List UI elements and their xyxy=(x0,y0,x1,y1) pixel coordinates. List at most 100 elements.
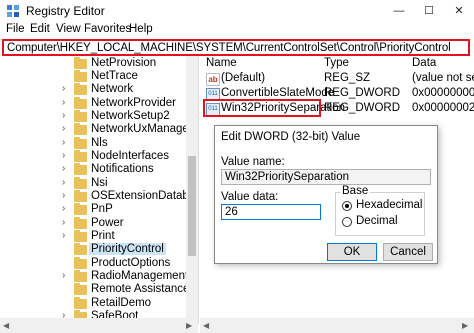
key-tree: NetProvision NetTrace › Network › NetworkP… xyxy=(0,56,199,324)
folder-icon xyxy=(74,257,87,269)
expand-arrow-icon[interactable]: › xyxy=(62,270,65,281)
folder-icon xyxy=(74,230,87,242)
menu-favorites[interactable]: Favorites xyxy=(84,23,131,35)
tree-item-label: Nls xyxy=(91,137,108,149)
tree-item-label: NetTrace xyxy=(91,70,138,82)
expand-arrow-icon[interactable]: › xyxy=(62,190,65,201)
folder-icon xyxy=(74,203,87,215)
folder-icon xyxy=(74,123,87,135)
registry-editor-icon xyxy=(7,5,19,17)
tree-item-label: Remote Assistance xyxy=(91,283,190,295)
scroll-left-icon[interactable]: ◀ xyxy=(3,321,9,330)
ok-button[interactable]: OK xyxy=(327,243,377,261)
folder-icon xyxy=(74,57,87,69)
list-header: Name Type Data xyxy=(200,56,474,70)
expand-arrow-icon[interactable]: › xyxy=(62,177,65,188)
column-header-data[interactable]: Data xyxy=(412,57,436,69)
folder-icon xyxy=(74,297,87,309)
address-bar[interactable]: Computer\HKEY_LOCAL_MACHINE\SYSTEM\Curre… xyxy=(2,39,470,56)
tree-item-label: NetworkUxManager xyxy=(91,123,193,135)
folder-icon xyxy=(74,243,87,255)
column-header-name[interactable]: Name xyxy=(206,57,237,69)
scroll-right-icon[interactable]: ▶ xyxy=(462,321,468,330)
expand-arrow-icon[interactable]: › xyxy=(62,83,65,94)
address-path: Computer\HKEY_LOCAL_MACHINE\SYSTEM\Curre… xyxy=(7,42,451,54)
expand-arrow-icon[interactable]: › xyxy=(62,97,65,108)
folder-icon xyxy=(74,83,87,95)
hexadecimal-radio[interactable] xyxy=(342,201,352,211)
tree-vertical-scrollbar[interactable] xyxy=(186,56,198,324)
menu-edit[interactable]: Edit xyxy=(30,23,50,35)
scroll-right-icon[interactable]: ▶ xyxy=(186,321,192,330)
cancel-button[interactable]: Cancel xyxy=(383,243,433,261)
folder-icon xyxy=(74,137,87,149)
string-value-icon: ab xyxy=(206,73,220,86)
value-data-label: Value data: xyxy=(221,191,279,203)
value-name-field[interactable]: Win32PrioritySeparation xyxy=(221,169,431,185)
scroll-left-icon[interactable]: ◀ xyxy=(203,321,209,330)
value-type: REG_DWORD xyxy=(324,87,401,99)
tree-item-label: NodeInterfaces xyxy=(91,150,169,162)
value-data-field[interactable]: 26 xyxy=(221,204,321,220)
folder-icon xyxy=(74,270,87,282)
expand-arrow-icon[interactable]: › xyxy=(62,150,65,161)
value-data: 0x00000002 (2 xyxy=(412,102,474,114)
edit-dword-dialog: Edit DWORD (32-bit) Value Value name: Wi… xyxy=(214,125,438,264)
title-bar: Registry Editor — ☐ ✕ xyxy=(0,0,474,22)
decimal-radio[interactable] xyxy=(342,217,352,227)
maximize-button[interactable]: ☐ xyxy=(414,0,444,22)
tree-item-label: Nsi xyxy=(91,177,108,189)
tree-item-label: Print xyxy=(91,230,115,242)
folder-icon xyxy=(74,110,87,122)
folder-icon xyxy=(74,163,87,175)
menu-file[interactable]: File xyxy=(6,23,25,35)
value-type: REG_DWORD xyxy=(324,102,401,114)
folder-icon xyxy=(74,217,87,229)
list-row[interactable]: ab (Default) REG_SZ (value not set xyxy=(200,71,474,86)
folder-icon xyxy=(74,70,87,82)
value-data-text: 26 xyxy=(225,206,238,218)
folder-icon xyxy=(74,190,87,202)
tree-item-label: RetailDemo xyxy=(91,297,152,309)
expand-arrow-icon[interactable]: › xyxy=(62,123,65,134)
menu-help[interactable]: Help xyxy=(129,23,153,35)
hexadecimal-label[interactable]: Hexadecimal xyxy=(356,199,422,211)
tree-item-label: ProductOptions xyxy=(91,257,171,269)
column-header-type[interactable]: Type xyxy=(324,57,349,69)
value-name: ConvertibleSlateMode xyxy=(221,87,335,99)
tree-item-label: Power xyxy=(91,217,124,229)
tree-item-label: PriorityControl xyxy=(89,243,166,255)
folder-icon xyxy=(74,97,87,109)
tree-item-label: NetworkSetup2 xyxy=(91,110,170,122)
window-title: Registry Editor xyxy=(26,4,105,18)
tree-item-label: Network xyxy=(91,83,134,95)
close-button[interactable]: ✕ xyxy=(444,0,474,22)
value-name-label: Value name: xyxy=(221,156,285,168)
tree-item-label: PnP xyxy=(91,203,113,215)
list-horizontal-scrollbar[interactable]: ◀ ▶ xyxy=(200,318,474,333)
value-name: (Default) xyxy=(221,72,266,84)
expand-arrow-icon[interactable]: › xyxy=(62,137,65,148)
scrollbar-thumb[interactable] xyxy=(188,156,196,256)
folder-icon xyxy=(74,283,87,295)
expand-arrow-icon[interactable]: › xyxy=(62,230,65,241)
tree-item-label: NetProvision xyxy=(91,57,157,69)
decimal-label[interactable]: Decimal xyxy=(356,215,398,227)
minimize-button[interactable]: — xyxy=(384,0,414,22)
base-groupbox: Base Hexadecimal Decimal xyxy=(335,185,425,236)
value-highlight-box xyxy=(203,99,321,117)
value-type: REG_SZ xyxy=(324,72,371,84)
expand-arrow-icon[interactable]: › xyxy=(62,110,65,121)
expand-arrow-icon[interactable]: › xyxy=(62,163,65,174)
expand-arrow-icon[interactable]: › xyxy=(62,217,65,228)
value-data: (value not set xyxy=(412,72,474,84)
folder-icon xyxy=(74,177,87,189)
base-label: Base xyxy=(340,185,371,197)
menu-view[interactable]: View xyxy=(56,23,81,35)
folder-icon xyxy=(74,150,87,162)
tree-item-label: Notifications xyxy=(91,163,154,175)
tree-horizontal-scrollbar[interactable]: ◀ ▶ xyxy=(0,318,198,333)
expand-arrow-icon[interactable]: › xyxy=(62,203,65,214)
value-name-text: Win32PrioritySeparation xyxy=(225,171,350,183)
dialog-title: Edit DWORD (32-bit) Value xyxy=(221,131,361,143)
